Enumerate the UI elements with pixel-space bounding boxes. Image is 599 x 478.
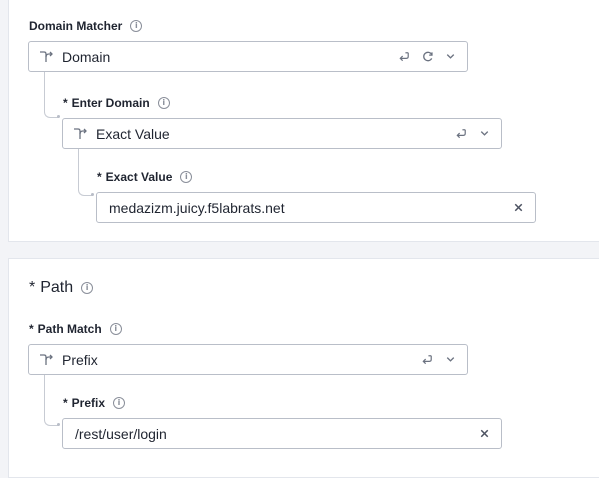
tree-connector — [44, 375, 59, 426]
return-icon[interactable] — [421, 353, 434, 366]
exact-value-label: * Exact Value i — [97, 170, 193, 184]
enter-domain-select[interactable]: Exact Value — [62, 118, 502, 149]
route-icon — [72, 126, 88, 142]
input-value: medazizm.juicy.f5labrats.net — [109, 199, 285, 216]
chevron-down-icon[interactable] — [444, 50, 457, 63]
chevron-down-icon[interactable] — [444, 353, 457, 366]
info-icon[interactable]: i — [157, 97, 170, 109]
tree-dot — [57, 115, 60, 118]
info-icon[interactable]: i — [109, 323, 122, 335]
selected-value: Prefix — [62, 351, 98, 368]
selected-value: Exact Value — [96, 125, 170, 142]
enter-domain-label: * Enter Domain i — [63, 96, 170, 110]
info-icon[interactable]: i — [130, 20, 143, 32]
path-section-title: * Path i — [29, 279, 94, 297]
route-icon — [38, 49, 54, 65]
tree-connector — [78, 148, 93, 196]
prefix-label: * Prefix i — [63, 396, 126, 410]
info-icon[interactable]: i — [180, 171, 193, 183]
close-icon[interactable] — [511, 201, 525, 215]
close-icon[interactable] — [477, 427, 491, 441]
prefix-input[interactable]: /rest/user/login — [62, 418, 502, 449]
path-match-select[interactable]: Prefix — [28, 344, 468, 375]
info-icon[interactable]: i — [81, 282, 94, 294]
domain-matcher-select[interactable]: Domain — [28, 41, 468, 72]
refresh-icon[interactable] — [421, 50, 434, 63]
selected-value: Domain — [62, 48, 111, 65]
tree-dot — [57, 423, 60, 426]
route-icon — [38, 352, 54, 368]
return-icon[interactable] — [455, 127, 468, 140]
info-icon[interactable]: i — [113, 397, 126, 409]
tree-connector — [44, 71, 59, 118]
return-icon[interactable] — [398, 50, 411, 63]
tree-dot — [91, 193, 94, 196]
exact-value-input[interactable]: medazizm.juicy.f5labrats.net — [96, 192, 536, 223]
domain-matcher-label: Domain Matcher i — [29, 19, 143, 33]
path-match-label: * Path Match i — [29, 322, 122, 336]
input-value: /rest/user/login — [75, 425, 167, 442]
chevron-down-icon[interactable] — [478, 127, 491, 140]
